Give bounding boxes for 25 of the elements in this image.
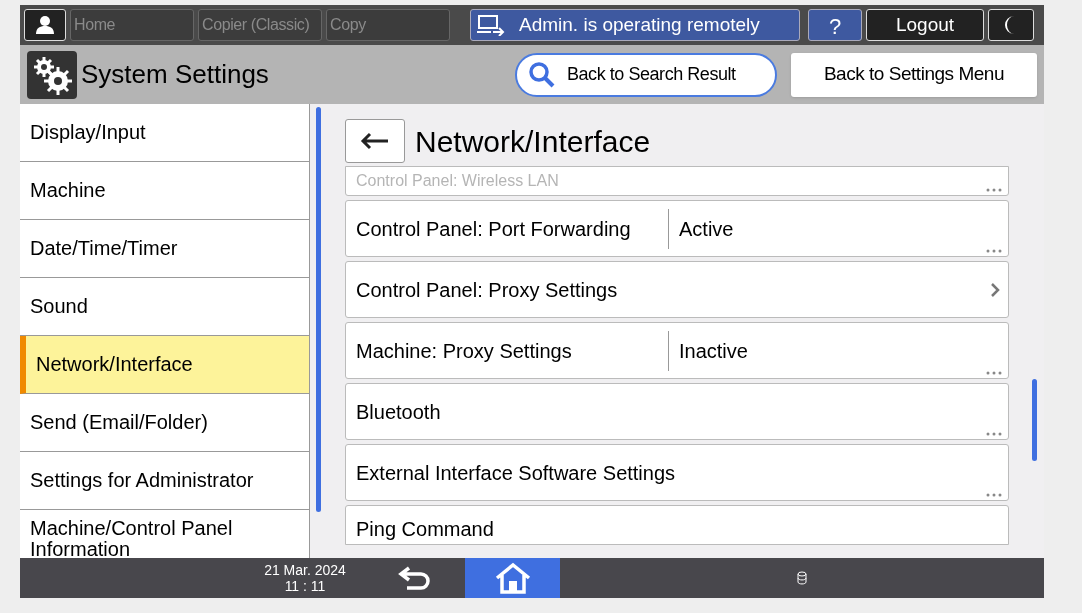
setting-row[interactable]: External Interface Software Settings — [345, 444, 1009, 501]
help-button[interactable]: ? — [808, 9, 862, 41]
back-to-search-button[interactable]: Back to Search Result — [515, 52, 777, 97]
back-to-menu-button[interactable]: Back to Settings Menu — [791, 52, 1037, 97]
sidebar-item[interactable]: Network/Interface — [20, 336, 309, 394]
time-text: 11 : 11 — [284, 578, 326, 594]
setting-value: Active — [668, 208, 734, 249]
setting-label: Machine: Proxy Settings — [356, 338, 573, 364]
setting-row[interactable]: Control Panel: Port Forwarding Active — [345, 200, 1009, 257]
setting-label: Bluetooth — [356, 399, 441, 425]
remote-notice: Admin. is operating remotely — [519, 12, 760, 37]
setting-label: External Interface Software Settings — [356, 460, 676, 486]
setting-value: Inactive — [668, 330, 748, 371]
setting-label: Control Panel: Proxy Settings — [356, 277, 618, 303]
logout-button[interactable]: Logout — [866, 9, 984, 41]
setting-label: Control Panel: Port Forwarding — [356, 216, 632, 242]
page-title: Network/Interface — [415, 123, 651, 160]
setting-label: Ping Command — [356, 517, 494, 542]
setting-row[interactable]: Control Panel: Proxy Settings — [345, 261, 1009, 318]
setting-row[interactable]: Ping Command — [345, 505, 1009, 545]
app-title: System Settings — [81, 58, 269, 91]
setting-label: Control Panel: Wireless LAN — [356, 171, 559, 191]
setting-row[interactable]: Bluetooth — [345, 383, 1009, 440]
setting-row[interactable]: Machine: Proxy Settings Inactive — [345, 322, 1009, 379]
date-text: 21 Mar. 2024 — [264, 562, 346, 578]
